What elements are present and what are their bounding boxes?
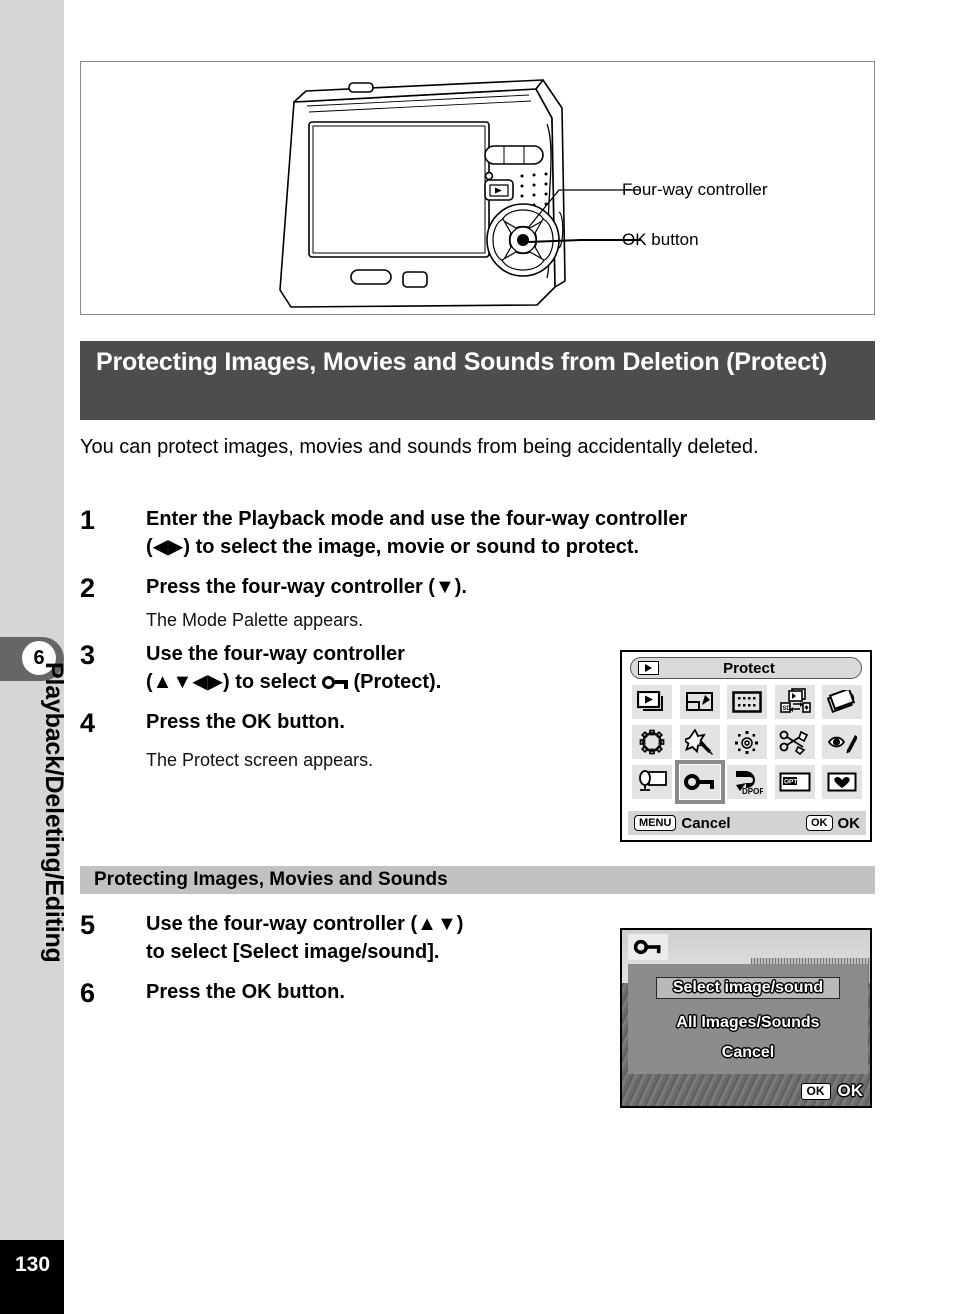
- step-1: 1 Enter the Playback mode and use the fo…: [80, 505, 870, 561]
- step-1-number: 1: [80, 505, 96, 535]
- red-eye-compensation-icon[interactable]: [774, 725, 815, 759]
- step-4-line-1: Press the OK button.: [146, 711, 345, 733]
- step-1-line-1: Enter the Playback mode and use the four…: [146, 508, 688, 530]
- step-5-line-2: to select [Select image/sound].: [146, 941, 440, 963]
- ok-button-chip[interactable]: OK: [806, 815, 833, 831]
- step-5: 5 Use the four-way controller (▲▼) to se…: [80, 910, 620, 966]
- callout-ok-button: OK button: [622, 230, 699, 249]
- menu-cancel-label: Cancel: [681, 814, 731, 832]
- palette-row-3: DPOF OPTIO: [632, 760, 862, 804]
- step-3: 3 Use the four-way controller (▲▼◀▶) to …: [80, 640, 620, 696]
- lcd-bottom-bar: MENU Cancel OK OK: [628, 811, 866, 835]
- step-1-line-2: (◀▶) to select the image, movie or sound…: [146, 536, 640, 558]
- lcd-title-bar: Protect: [630, 657, 862, 679]
- option-cancel[interactable]: Cancel: [722, 1044, 774, 1062]
- favorite-heart-icon[interactable]: [822, 765, 862, 799]
- step-5-line-1: Use the four-way controller (▲▼): [146, 913, 464, 935]
- chapter-title-vertical: Playback/Deleting/Editing: [40, 662, 69, 963]
- callout-four-way-controller: Four-way controller: [622, 180, 768, 199]
- image-copy-icon[interactable]: SD: [774, 685, 815, 719]
- step-3-number: 3: [80, 640, 96, 670]
- svg-text:SD: SD: [782, 706, 791, 712]
- lcd-mode-palette: Protect SD DPOF OPTIO MENU Cancel OK OK: [620, 650, 872, 842]
- step-6: 6 Press the OK button.: [80, 978, 620, 1008]
- step-6-number: 6: [80, 978, 96, 1008]
- step-3-suffix: (Protect).: [347, 671, 442, 693]
- protect-key-icon[interactable]: [674, 760, 725, 804]
- subsection-band: Protecting Images, Movies and Sounds: [80, 866, 875, 894]
- step-2-line-1: Press the four-way controller (▼).: [146, 576, 467, 598]
- step-3-line-2: (▲▼◀▶) to select (Protect).: [146, 668, 441, 696]
- cropping-icon[interactable]: [727, 685, 767, 719]
- step-4-note: The Protect screen appears.: [146, 750, 374, 770]
- start-up-screen-icon[interactable]: OPTIO: [774, 765, 815, 799]
- option-all-images-sounds[interactable]: All Images/Sounds: [676, 1014, 819, 1032]
- step-4: 4 Press the OK button.: [80, 708, 620, 738]
- ok-label: OK: [837, 1081, 864, 1100]
- step-3-prefix: (▲▼◀▶) to select: [146, 671, 322, 693]
- voice-memo-icon[interactable]: [632, 765, 672, 799]
- image-rotation-icon[interactable]: [822, 685, 862, 719]
- svg-text:OPTIO: OPTIO: [784, 779, 804, 786]
- ok-button-chip[interactable]: OK: [800, 1082, 831, 1100]
- protect-key-icon: [628, 934, 668, 960]
- brightness-filter-icon[interactable]: [727, 725, 767, 759]
- step-5-number: 5: [80, 910, 96, 940]
- option-select-image-sound[interactable]: Select image/sound: [655, 976, 841, 999]
- lcd2-bottom-bar: OK OK: [800, 1081, 864, 1101]
- palette-row-1: SD: [632, 685, 862, 721]
- chapter-rail: [0, 0, 64, 1240]
- svg-text:DPOF: DPOF: [742, 787, 763, 795]
- dpof-icon[interactable]: DPOF: [727, 765, 767, 799]
- protect-key-icon: [321, 676, 348, 689]
- digital-filter-icon[interactable]: [679, 725, 720, 759]
- menu-button-chip[interactable]: MENU: [634, 815, 677, 831]
- slideshow-icon[interactable]: [632, 685, 672, 719]
- step-2: 2 Press the four-way controller (▼).: [80, 573, 870, 603]
- step-3-line-1: Use the four-way controller: [146, 643, 405, 665]
- step-4-number: 4: [80, 708, 96, 738]
- playback-mode-icon: [638, 661, 659, 675]
- ok-label: OK: [837, 814, 861, 832]
- lcd-title-text: Protect: [723, 659, 775, 677]
- digital-filter-pen-icon[interactable]: [822, 725, 862, 759]
- frame-composite-icon[interactable]: [632, 725, 672, 759]
- mode-palette-grid: SD DPOF OPTIO: [632, 685, 862, 805]
- protect-options-panel: Select image/sound All Images/Sounds Can…: [628, 964, 868, 1074]
- page-number: 130: [15, 1253, 51, 1276]
- palette-row-2: [632, 725, 862, 761]
- step-6-line-1: Press the OK button.: [146, 981, 345, 1003]
- lcd-protect-screen: Select image/sound All Images/Sounds Can…: [620, 928, 872, 1108]
- step-2-note: The Mode Palette appears.: [146, 610, 364, 630]
- section-intro: You can protect images, movies and sound…: [80, 436, 759, 458]
- page-number-block: [0, 1240, 64, 1314]
- resize-icon[interactable]: [679, 685, 720, 719]
- step-2-number: 2: [80, 573, 96, 603]
- section-heading: Protecting Images, Movies and Sounds fro…: [80, 341, 875, 420]
